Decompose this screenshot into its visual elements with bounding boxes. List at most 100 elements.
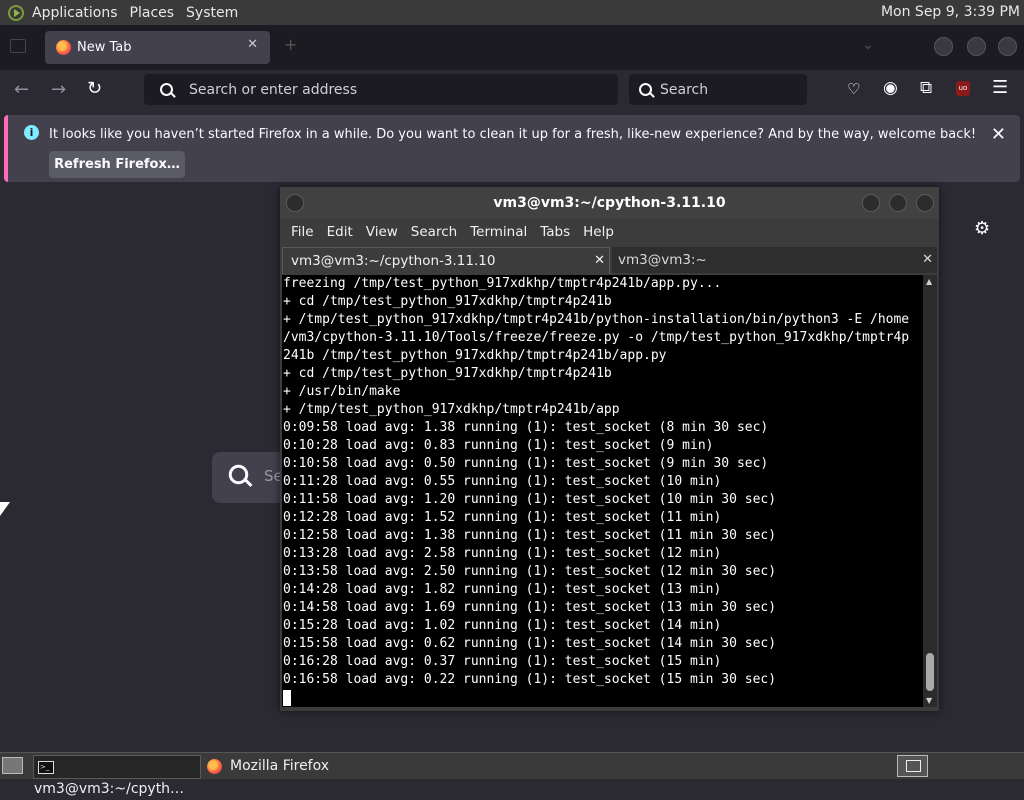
console-line: 0:14:28 load avg: 1.82 running (1): test… (283, 582, 722, 597)
taskbar-item-label: Mozilla Firefox (230, 758, 330, 774)
console-line: 0:10:28 load avg: 0.83 running (1): test… (283, 438, 714, 453)
console-line: + cd /tmp/test_python_917xdkhp/tmptr4p24… (283, 294, 612, 309)
console-line: 0:12:28 load avg: 1.52 running (1): test… (283, 510, 722, 525)
close-tab-icon[interactable]: ✕ (594, 248, 605, 274)
forward-icon[interactable]: → (51, 79, 66, 100)
maximize-window-icon[interactable] (967, 37, 986, 56)
url-bar[interactable]: Search or enter address (144, 74, 618, 105)
taskbar-item-label: vm3@vm3:~/cpyth… (34, 781, 185, 797)
console-line: + /tmp/test_python_917xdkhp/tmptr4p241b/… (283, 402, 620, 417)
console-prompt-line (282, 689, 923, 707)
mouse-pointer-icon (0, 502, 10, 516)
workspace-window-icon (906, 760, 921, 772)
scrollbar-thumb[interactable] (926, 653, 934, 691)
url-placeholder: Search or enter address (189, 81, 358, 98)
firefox-icon (207, 758, 222, 774)
close-notification-icon[interactable]: ✕ (991, 124, 1006, 145)
tab-new-tab[interactable]: New Tab ✕ (45, 31, 270, 64)
menu-search[interactable]: Search (411, 224, 457, 240)
close-tab-icon[interactable]: ✕ (922, 247, 933, 273)
pocket-icon[interactable]: ♡ (847, 80, 860, 98)
gear-icon[interactable]: ⚙ (974, 218, 990, 239)
refresh-notification: i It looks like you haven’t started Fire… (4, 115, 1020, 182)
terminal-title: vm3@vm3:~/cpython-3.11.10 (493, 195, 726, 211)
console-line: freezing /tmp/test_python_917xdkhp/tmptr… (283, 276, 722, 291)
close-terminal-icon[interactable] (916, 194, 934, 212)
console-line: 0:11:58 load avg: 1.20 running (1): test… (283, 492, 777, 507)
menu-file[interactable]: File (291, 224, 314, 240)
search-bar[interactable]: Search (629, 74, 807, 105)
menu-edit[interactable]: Edit (327, 224, 353, 240)
console-line: 0:15:58 load avg: 0.62 running (1): test… (283, 636, 777, 651)
search-placeholder: Search (660, 81, 709, 98)
terminal-tab-label: vm3@vm3:~ (618, 252, 707, 268)
search-icon (160, 83, 173, 96)
console-line: 0:16:28 load avg: 0.37 running (1): test… (283, 654, 722, 669)
scroll-up-icon[interactable]: ▲ (926, 277, 932, 286)
search-icon (639, 83, 652, 96)
applications-menu[interactable]: Applications (28, 5, 126, 21)
console-line: 0:13:58 load avg: 2.50 running (1): test… (283, 564, 777, 579)
top-panel: Applications Places System Mon Sep 9, 3:… (0, 0, 1024, 25)
search-icon (228, 464, 249, 485)
scroll-down-icon[interactable]: ▼ (926, 696, 932, 705)
taskbar-item-terminal[interactable]: vm3@vm3:~/cpyth… (33, 755, 201, 797)
window-menu-icon[interactable] (286, 194, 304, 212)
tab-overflow-icon[interactable]: ⌄ (862, 37, 874, 53)
places-menu[interactable]: Places (126, 5, 183, 21)
menu-view[interactable]: View (366, 224, 398, 240)
console-line: 0:16:58 load avg: 0.22 running (1): test… (283, 672, 777, 687)
console-line: 0:13:28 load avg: 2.58 running (1): test… (283, 546, 722, 561)
console-line: /vm3/cpython-3.11.10/Tools/freeze/freeze… (283, 330, 910, 345)
console-line: + /usr/bin/make (283, 384, 401, 399)
terminal-tab-home[interactable]: vm3@vm3:~ ✕ (612, 247, 937, 273)
close-tab-icon[interactable]: ✕ (247, 37, 258, 52)
console-line: 0:09:58 load avg: 1.38 running (1): test… (283, 420, 769, 435)
tab-title: New Tab (77, 40, 132, 55)
console-line: 0:11:28 load avg: 0.55 running (1): test… (283, 474, 722, 489)
ublock-icon[interactable]: uo (956, 81, 970, 96)
console-line: 0:12:58 load avg: 1.38 running (1): test… (283, 528, 777, 543)
menu-tabs[interactable]: Tabs (540, 224, 570, 240)
system-menu[interactable]: System (182, 5, 246, 21)
account-icon[interactable]: ◉ (883, 78, 898, 98)
terminal-window: vm3@vm3:~/cpython-3.11.10 File Edit View… (280, 187, 939, 711)
reload-icon[interactable]: ↻ (87, 78, 102, 99)
maximize-terminal-icon[interactable] (889, 194, 907, 212)
minimize-window-icon[interactable] (934, 37, 953, 56)
workspace-switcher[interactable] (897, 755, 928, 777)
terminal-tabs: vm3@vm3:~/cpython-3.11.10 ✕ vm3@vm3:~ ✕ (280, 247, 939, 274)
menu-terminal[interactable]: Terminal (470, 224, 527, 240)
terminal-tab-cpython[interactable]: vm3@vm3:~/cpython-3.11.10 ✕ (282, 247, 610, 274)
console-line: 0:15:28 load avg: 1.02 running (1): test… (283, 618, 722, 633)
info-icon: i (24, 125, 39, 140)
menu-help[interactable]: Help (583, 224, 614, 240)
show-desktop-icon[interactable] (2, 757, 23, 774)
terminal-menubar: File Edit View Search Terminal Tabs Help (280, 219, 939, 245)
text-cursor (283, 689, 291, 706)
console-line: 241b /tmp/test_python_917xdkhp/tmptr4p24… (283, 348, 667, 363)
console-line: + cd /tmp/test_python_917xdkhp/tmptr4p24… (283, 366, 612, 381)
menu-hamburger-icon[interactable]: ☰ (992, 77, 1008, 98)
tab-list-icon[interactable] (10, 39, 26, 53)
applications-logo-icon[interactable] (8, 4, 24, 21)
firefox-icon (56, 40, 71, 55)
console-line: 0:10:58 load avg: 0.50 running (1): test… (283, 456, 769, 471)
terminal-icon (38, 756, 54, 778)
taskbar-item-firefox[interactable]: Mozilla Firefox (203, 755, 369, 777)
terminal-scrollbar[interactable]: ▲ ▼ (923, 275, 937, 707)
console-line: + /tmp/test_python_917xdkhp/tmptr4p241b/… (283, 312, 910, 327)
extensions-icon[interactable]: ⧉ (920, 78, 932, 98)
back-icon[interactable]: ← (14, 79, 29, 100)
new-tab-icon[interactable]: + (284, 35, 297, 54)
close-window-icon[interactable] (998, 37, 1017, 56)
terminal-tab-label: vm3@vm3:~/cpython-3.11.10 (291, 253, 496, 269)
terminal-titlebar[interactable]: vm3@vm3:~/cpython-3.11.10 (280, 187, 939, 219)
clock[interactable]: Mon Sep 9, 3:39 PM (881, 4, 1020, 20)
minimize-terminal-icon[interactable] (862, 194, 880, 212)
panel-menu: Applications Places System (8, 4, 246, 21)
terminal-console[interactable]: freezing /tmp/test_python_917xdkhp/tmptr… (282, 275, 923, 707)
notification-message: It looks like you haven’t started Firefo… (49, 127, 977, 142)
console-line: 0:14:58 load avg: 1.69 running (1): test… (283, 600, 777, 615)
refresh-firefox-button[interactable]: Refresh Firefox… (49, 151, 185, 178)
